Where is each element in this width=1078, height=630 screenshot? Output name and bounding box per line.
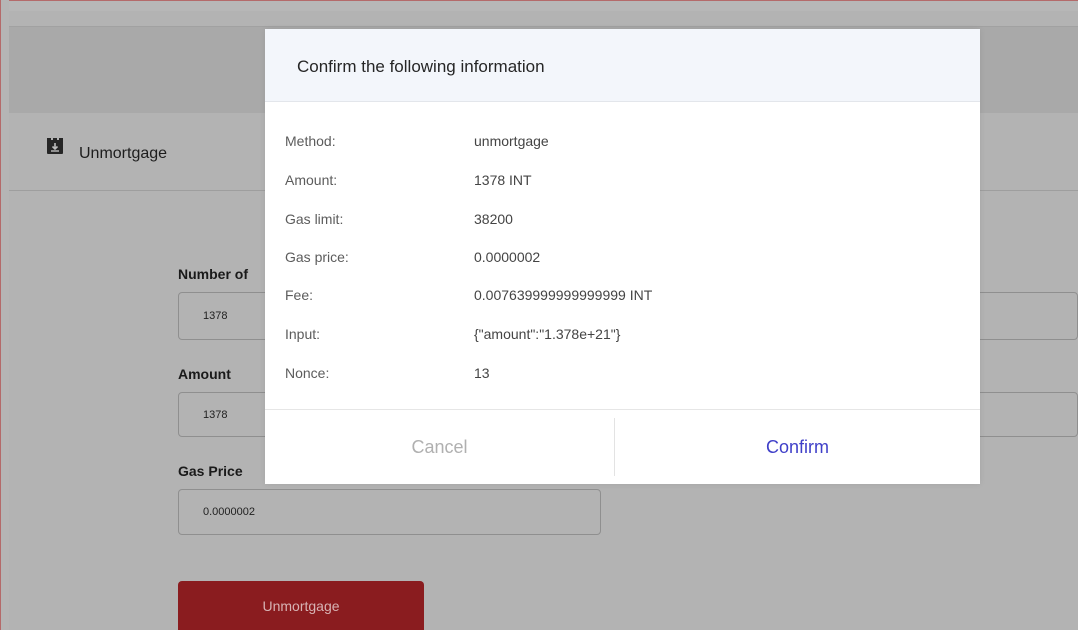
info-value: unmortgage — [474, 133, 549, 149]
window-top-edge — [0, 0, 1078, 11]
number-label: Number of — [178, 266, 248, 282]
gas-price-label: Gas Price — [178, 463, 243, 479]
info-row-fee: Fee: 0.007639999999999999 INT — [265, 287, 980, 307]
window-left-edge — [0, 0, 9, 630]
amount-label: Amount — [178, 366, 231, 382]
section-title: Unmortgage — [79, 145, 168, 162]
info-row-method: Method: unmortgage — [265, 133, 980, 153]
info-value: 13 — [474, 365, 490, 381]
info-row-gas-price: Gas price: 0.0000002 — [265, 249, 980, 269]
info-key: Gas price: — [285, 249, 349, 265]
info-key: Input: — [285, 326, 321, 342]
unmortgage-button[interactable]: Unmortgage — [178, 581, 424, 630]
info-value: 1378 INT — [474, 172, 532, 188]
page: Unmortgage Number of 1378 Amount 1378 Ga… — [0, 0, 1078, 630]
info-value: 38200 — [474, 211, 513, 227]
cancel-button[interactable]: Cancel — [265, 410, 614, 484]
info-row-amount: Amount: 1378 INT — [265, 172, 980, 192]
confirm-button[interactable]: Confirm — [615, 410, 980, 484]
confirm-dialog: Confirm the following information Method… — [265, 29, 980, 484]
info-value: {"amount":"1.378e+21"} — [474, 326, 621, 342]
info-key: Nonce: — [285, 365, 330, 381]
info-value: 0.0000002 — [474, 249, 541, 265]
info-key: Gas limit: — [285, 211, 344, 227]
unmortgage-icon — [47, 138, 63, 154]
info-value: 0.007639999999999999 INT — [474, 287, 653, 303]
gas-price-input[interactable]: 0.0000002 — [178, 489, 601, 535]
info-row-nonce: Nonce: 13 — [265, 365, 980, 385]
info-key: Method: — [285, 133, 336, 149]
info-key: Amount: — [285, 172, 338, 188]
info-row-gas-limit: Gas limit: 38200 — [265, 211, 980, 231]
info-key: Fee: — [285, 287, 314, 303]
dialog-header: Confirm the following information — [265, 29, 980, 102]
info-row-input: Input: {"amount":"1.378e+21"} — [265, 326, 980, 346]
dialog-footer: Cancel Confirm — [265, 409, 980, 484]
dialog-title: Confirm the following information — [297, 57, 545, 76]
